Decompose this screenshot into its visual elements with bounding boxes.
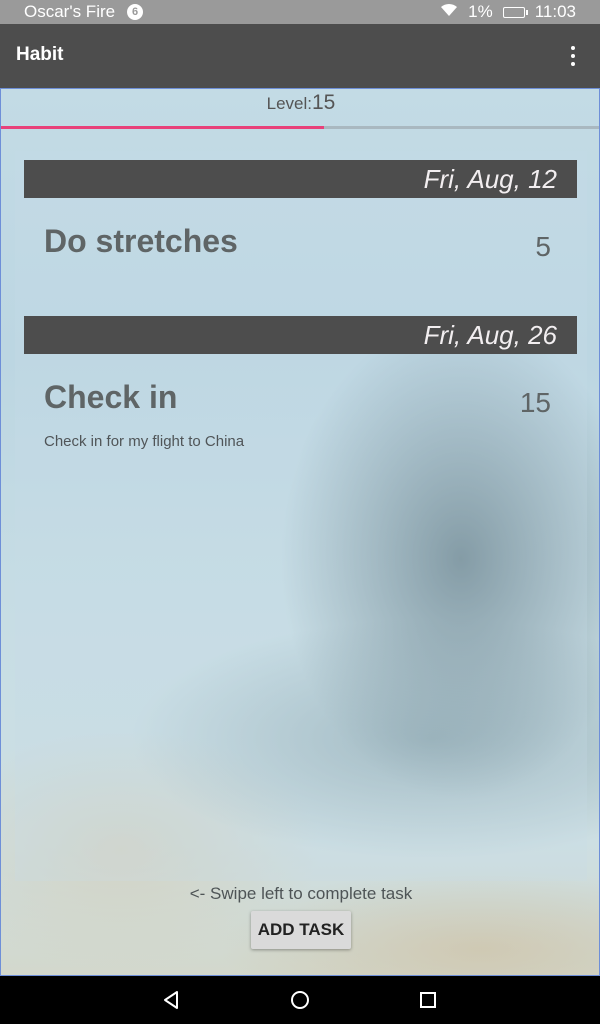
screen: Oscar's Fire 6 1% 11:03 Habit Level:15 F… bbox=[0, 0, 600, 1024]
status-right: 1% 11:03 bbox=[440, 2, 576, 22]
task-list-area: Level:15 Fri, Aug, 12 Do stretches 5 Fri… bbox=[0, 88, 600, 976]
status-left: Oscar's Fire 6 bbox=[24, 2, 144, 22]
battery-charging-icon bbox=[502, 6, 528, 18]
date-header: Fri, Aug, 12 bbox=[24, 160, 577, 198]
task-points: 15 bbox=[519, 387, 551, 418]
carrier-name: Oscar's Fire bbox=[24, 2, 116, 21]
status-bar: Oscar's Fire 6 1% 11:03 bbox=[0, 0, 600, 24]
battery-percent: 1% bbox=[468, 2, 493, 21]
overflow-menu-icon[interactable] bbox=[570, 46, 576, 66]
app-title: Habit bbox=[16, 44, 64, 65]
task-description: Check in for my flight to China bbox=[44, 433, 245, 450]
date-header: Fri, Aug, 26 bbox=[24, 316, 577, 354]
level-progress-fill bbox=[1, 126, 324, 129]
task-title[interactable]: Check in bbox=[44, 379, 177, 416]
level-value: 15 bbox=[312, 91, 336, 114]
notification-badge: 6 bbox=[127, 4, 144, 20]
task-title[interactable]: Do stretches bbox=[44, 223, 238, 260]
add-task-button[interactable]: ADD TASK bbox=[251, 911, 351, 949]
clock: 11:03 bbox=[534, 2, 576, 21]
back-icon[interactable] bbox=[162, 990, 182, 1010]
swipe-hint: <- Swipe left to complete task bbox=[189, 884, 413, 903]
app-bar: Habit bbox=[0, 24, 600, 88]
task-points: 5 bbox=[535, 231, 551, 262]
level-label: Level: bbox=[266, 94, 312, 113]
navigation-bar bbox=[0, 976, 600, 1024]
home-icon[interactable] bbox=[290, 990, 310, 1010]
level-indicator: Level:15 bbox=[1, 91, 600, 115]
recents-icon[interactable] bbox=[418, 990, 438, 1010]
task-list-panel bbox=[15, 151, 587, 881]
level-progress-bar bbox=[1, 126, 599, 129]
wifi-icon bbox=[440, 2, 458, 22]
